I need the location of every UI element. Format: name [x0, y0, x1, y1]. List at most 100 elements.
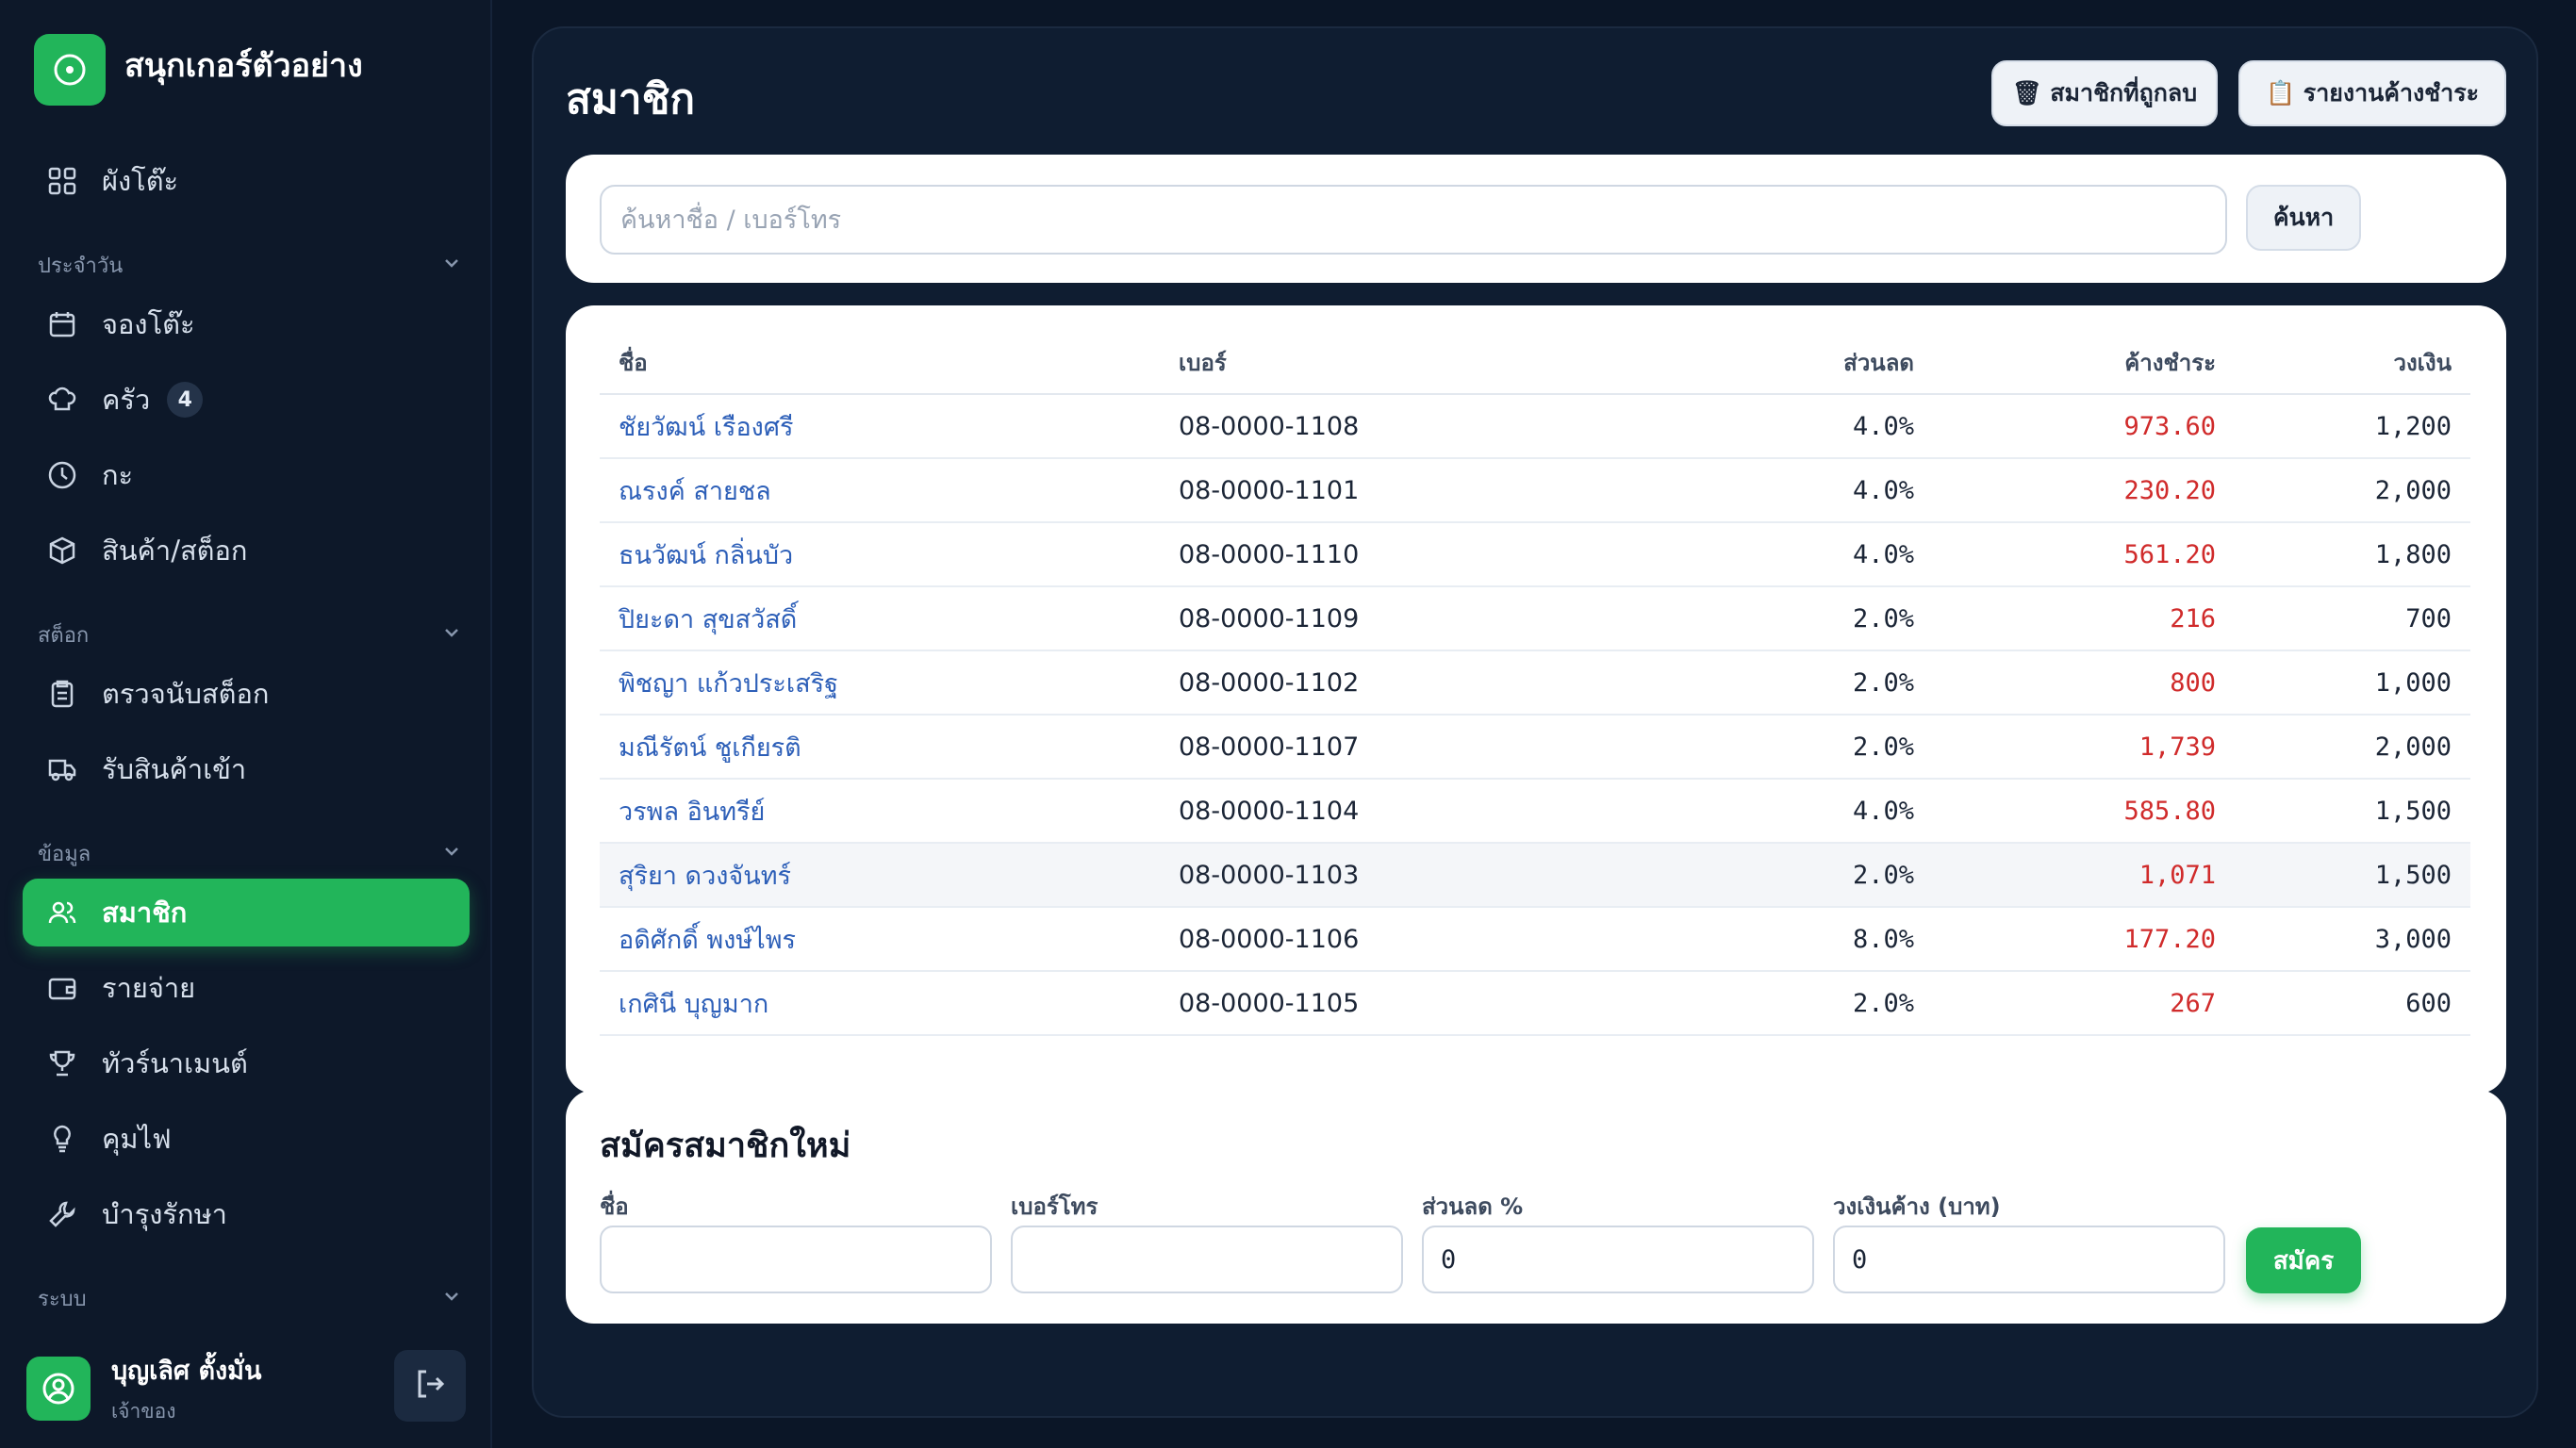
search-card: ค้นหา [566, 155, 2506, 283]
member-limit: 700 [2235, 586, 2470, 651]
member-phone: 08-0000-1106 [1160, 907, 1650, 972]
clock-icon [43, 456, 81, 494]
table-row[interactable]: มณีรัตน์ ชูเกียรติ 08-0000-1107 2.0% 1,739 2… [600, 715, 2470, 780]
nav-item-expenses[interactable]: รายจ่าย [23, 954, 470, 1022]
table-row[interactable]: ธนวัฒน์ กลิ่นบัว 08-0000-1110 4.0% 561.20 1,… [600, 522, 2470, 587]
sidebar: สนุกเกอร์ตัวอย่าง ผังโต๊ะ ประจำวัน จองโต… [0, 0, 492, 1448]
member-owed: 800 [1933, 650, 2235, 716]
phone-field[interactable] [1011, 1226, 1403, 1293]
credit-limit-field[interactable] [1833, 1226, 2225, 1293]
header-phone[interactable]: เบอร์ [1160, 332, 1650, 395]
name-field[interactable] [600, 1226, 992, 1293]
register-button[interactable]: สมัคร [2246, 1227, 2361, 1293]
nav-item-maintenance[interactable]: บำรุงรักษา [23, 1180, 470, 1248]
member-name-link[interactable]: ปิยะดา สุขสวัสดิ์ [600, 586, 1160, 651]
avatar [26, 1357, 91, 1421]
nav-item-receive[interactable]: รับสินค้าเข้า [23, 735, 470, 803]
section-data[interactable]: ข้อมูล [38, 837, 462, 870]
header-discount[interactable]: ส่วนลด [1650, 332, 1933, 395]
app-title: สนุกเกอร์ตัวอย่าง [124, 47, 363, 85]
member-discount: 2.0% [1650, 715, 1933, 780]
member-discount: 2.0% [1650, 843, 1933, 908]
chevron-down-icon [441, 622, 462, 649]
name-label: ชื่อ [600, 1193, 629, 1220]
credit-limit-label: วงเงินค้าง (บาท) [1833, 1193, 2001, 1220]
member-discount: 4.0% [1650, 779, 1933, 844]
nav-item-products[interactable]: สินค้า/สต็อก [23, 517, 470, 584]
member-limit: 1,800 [2235, 522, 2470, 587]
member-name-link[interactable]: ณรงค์ สายชล [600, 458, 1160, 523]
member-limit: 3,000 [2235, 907, 2470, 972]
table-row[interactable]: อดิศักดิ์ พงษ์ไพร 08-0000-1106 8.0% 177.20 3… [600, 907, 2470, 972]
nav-label: สมาชิก [102, 897, 188, 929]
user-profile: บุญเลิศ ตั้งมั่น เจ้าของ [26, 1350, 261, 1427]
member-discount: 4.0% [1650, 394, 1933, 459]
nav-label: สินค้า/สต็อก [102, 535, 248, 567]
nav-item-booking[interactable]: จองโต๊ะ [23, 290, 470, 358]
table-row[interactable]: วรพล อินทรีย์ 08-0000-1104 4.0% 585.80 1,500 [600, 779, 2470, 844]
member-phone: 08-0000-1105 [1160, 971, 1650, 1036]
table-row[interactable]: ชัยวัฒน์ เรืองศรี 08-0000-1108 4.0% 973.60 1… [600, 394, 2470, 459]
table-row[interactable]: เกศินี บุญมาก 08-0000-1105 2.0% 267 600 [600, 971, 2470, 1036]
member-phone: 08-0000-1101 [1160, 458, 1650, 523]
table-row[interactable]: พิชญา แก้วประเสริฐ 08-0000-1102 2.0% 800 1,0… [600, 650, 2470, 716]
nav-item-tournament[interactable]: ทัวร์นาเมนต์ [23, 1029, 470, 1097]
user-name: บุญเลิศ ตั้งมั่น [111, 1357, 262, 1386]
header-name[interactable]: ชื่อ [600, 332, 1160, 395]
discount-field[interactable] [1422, 1226, 1814, 1293]
wallet-icon [43, 969, 81, 1007]
member-name-link[interactable]: สุริยา ดวงจันทร์ [600, 843, 1160, 908]
nav-item-members[interactable]: สมาชิก [23, 879, 470, 946]
member-limit: 1,000 [2235, 650, 2470, 716]
member-phone: 08-0000-1110 [1160, 522, 1650, 587]
member-owed: 1,739 [1933, 715, 2235, 780]
header-limit[interactable]: วงเงิน [2235, 332, 2470, 395]
nav-label: คุมไฟ [102, 1123, 172, 1155]
brand: สนุกเกอร์ตัวอย่าง [34, 34, 363, 106]
member-name-link[interactable]: อดิศักดิ์ พงษ์ไพร [600, 907, 1160, 972]
member-name-link[interactable]: มณีรัตน์ ชูเกียรติ [600, 715, 1160, 780]
logo-icon [34, 34, 106, 106]
nav-label: ทัวร์นาเมนต์ [102, 1047, 248, 1079]
member-discount: 2.0% [1650, 650, 1933, 716]
deleted-members-button[interactable]: 🗑 สมาชิกที่ถูกลบ [1991, 60, 2218, 126]
chevron-down-icon [441, 1286, 462, 1312]
wrench-icon [43, 1195, 81, 1233]
member-owed: 230.20 [1933, 458, 2235, 523]
table-row[interactable]: สุริยา ดวงจันทร์ 08-0000-1103 2.0% 1,071 1,5… [600, 843, 2470, 908]
chef-hat-icon [43, 381, 81, 419]
member-name-link[interactable]: วรพล อินทรีย์ [600, 779, 1160, 844]
truck-icon [43, 750, 81, 788]
nav-item-lights[interactable]: คุมไฟ [23, 1105, 470, 1173]
logout-button[interactable] [394, 1350, 466, 1422]
chevron-down-icon [441, 841, 462, 867]
member-name-link[interactable]: ชัยวัฒน์ เรืองศรี [600, 394, 1160, 459]
member-name-link[interactable]: เกศินี บุญมาก [600, 971, 1160, 1036]
member-limit: 1,200 [2235, 394, 2470, 459]
header-owed[interactable]: ค้างชำระ [1933, 332, 2235, 395]
discount-label: ส่วนลด % [1422, 1193, 1524, 1220]
section-system[interactable]: ระบบ [38, 1282, 462, 1315]
member-limit: 1,500 [2235, 843, 2470, 908]
trophy-icon [43, 1045, 81, 1082]
nav-item-shift[interactable]: กะ [23, 441, 470, 509]
nav-item-table-map[interactable]: ผังโต๊ะ [23, 147, 470, 215]
table-row[interactable]: ณรงค์ สายชล 08-0000-1101 4.0% 230.20 2,000 [600, 458, 2470, 523]
section-stock[interactable]: สต็อก [38, 618, 462, 651]
member-phone: 08-0000-1109 [1160, 586, 1650, 651]
nav-item-stock-count[interactable]: ตรวจนับสต็อก [23, 660, 470, 728]
clipboard-icon [43, 675, 81, 713]
member-name-link[interactable]: ธนวัฒน์ กลิ่นบัว [600, 522, 1160, 587]
member-limit: 1,500 [2235, 779, 2470, 844]
overdue-report-button[interactable]: 📋 รายงานค้างชำระ [2238, 60, 2506, 126]
members-table: ชื่อ เบอร์ ส่วนลด ค้างชำระ วงเงิน ชัยวัฒ… [600, 332, 2470, 1036]
section-label: สต็อก [38, 624, 90, 648]
table-row[interactable]: ปิยะดา สุขสวัสดิ์ 08-0000-1109 2.0% 216 700 [600, 586, 2470, 651]
nav-item-kitchen[interactable]: ครัว 4 [23, 366, 470, 434]
section-daily[interactable]: ประจำวัน [38, 249, 462, 282]
nav-label: รายจ่าย [102, 972, 196, 1004]
member-name-link[interactable]: พิชญา แก้วประเสริฐ [600, 650, 1160, 716]
search-button[interactable]: ค้นหา [2246, 185, 2361, 251]
search-input[interactable] [600, 185, 2227, 255]
members-table-card: ชื่อ เบอร์ ส่วนลด ค้างชำระ วงเงิน ชัยวัฒ… [566, 305, 2506, 1094]
